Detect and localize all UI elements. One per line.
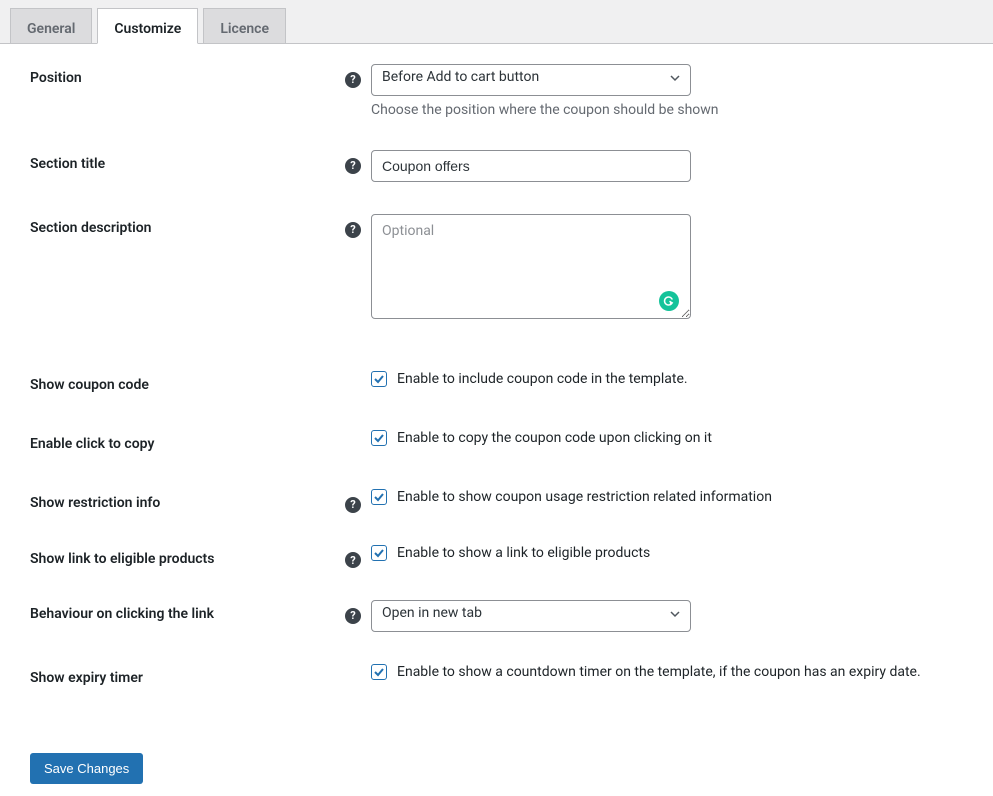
row-show-expiry: Show expiry timer Enable to show a count…	[30, 664, 963, 691]
save-changes-button[interactable]: Save Changes	[30, 753, 143, 784]
enable-click-copy-checkbox[interactable]	[371, 430, 387, 446]
row-section-description: Section description ?	[30, 214, 963, 323]
label-section-description: Section description	[30, 214, 345, 236]
label-show-coupon-code: Show coupon code	[30, 371, 345, 393]
tabs-bar: General Customize Licence	[0, 0, 993, 44]
position-description: Choose the position where the coupon sho…	[371, 102, 963, 118]
label-show-restriction: Show restriction info	[30, 489, 345, 511]
show-expiry-text: Enable to show a countdown timer on the …	[397, 664, 921, 680]
label-section-title: Section title	[30, 150, 345, 172]
row-behaviour-link: Behaviour on clicking the link ? Open in…	[30, 600, 963, 632]
behaviour-link-select[interactable]: Open in new tab	[371, 600, 691, 632]
help-icon[interactable]: ?	[345, 608, 361, 624]
label-show-link-eligible: Show link to eligible products	[30, 545, 345, 567]
section-description-textarea[interactable]	[371, 214, 691, 319]
show-expiry-checkbox[interactable]	[371, 664, 387, 680]
show-restriction-text: Enable to show coupon usage restriction …	[397, 489, 772, 505]
show-restriction-checkbox[interactable]	[371, 489, 387, 505]
grammarly-icon[interactable]	[659, 291, 679, 311]
label-show-expiry: Show expiry timer	[30, 664, 345, 686]
position-select[interactable]: Before Add to cart button	[371, 64, 691, 96]
help-icon[interactable]: ?	[345, 552, 361, 568]
show-coupon-code-checkbox[interactable]	[371, 371, 387, 387]
row-section-title: Section title ?	[30, 150, 963, 182]
show-coupon-code-text: Enable to include coupon code in the tem…	[397, 371, 688, 387]
tab-general[interactable]: General	[10, 8, 92, 43]
row-show-coupon-code: Show coupon code Enable to include coupo…	[30, 371, 963, 398]
tab-customize[interactable]: Customize	[97, 8, 198, 44]
row-enable-click-copy: Enable click to copy Enable to copy the …	[30, 430, 963, 457]
help-icon[interactable]: ?	[345, 158, 361, 174]
row-position: Position ? Before Add to cart button Cho…	[30, 64, 963, 118]
show-link-eligible-checkbox[interactable]	[371, 545, 387, 561]
section-title-input[interactable]	[371, 150, 691, 182]
label-position: Position	[30, 64, 345, 86]
help-icon[interactable]: ?	[345, 72, 361, 88]
row-show-restriction: Show restriction info ? Enable to show c…	[30, 489, 963, 513]
tab-licence[interactable]: Licence	[203, 8, 286, 43]
form-table: Position ? Before Add to cart button Cho…	[0, 44, 993, 743]
enable-click-copy-text: Enable to copy the coupon code upon clic…	[397, 430, 712, 446]
help-icon[interactable]: ?	[345, 222, 361, 238]
label-behaviour-link: Behaviour on clicking the link	[30, 600, 345, 622]
label-enable-click-copy: Enable click to copy	[30, 430, 345, 452]
show-link-eligible-text: Enable to show a link to eligible produc…	[397, 545, 650, 561]
help-icon[interactable]: ?	[345, 497, 361, 513]
row-show-link-eligible: Show link to eligible products ? Enable …	[30, 545, 963, 569]
